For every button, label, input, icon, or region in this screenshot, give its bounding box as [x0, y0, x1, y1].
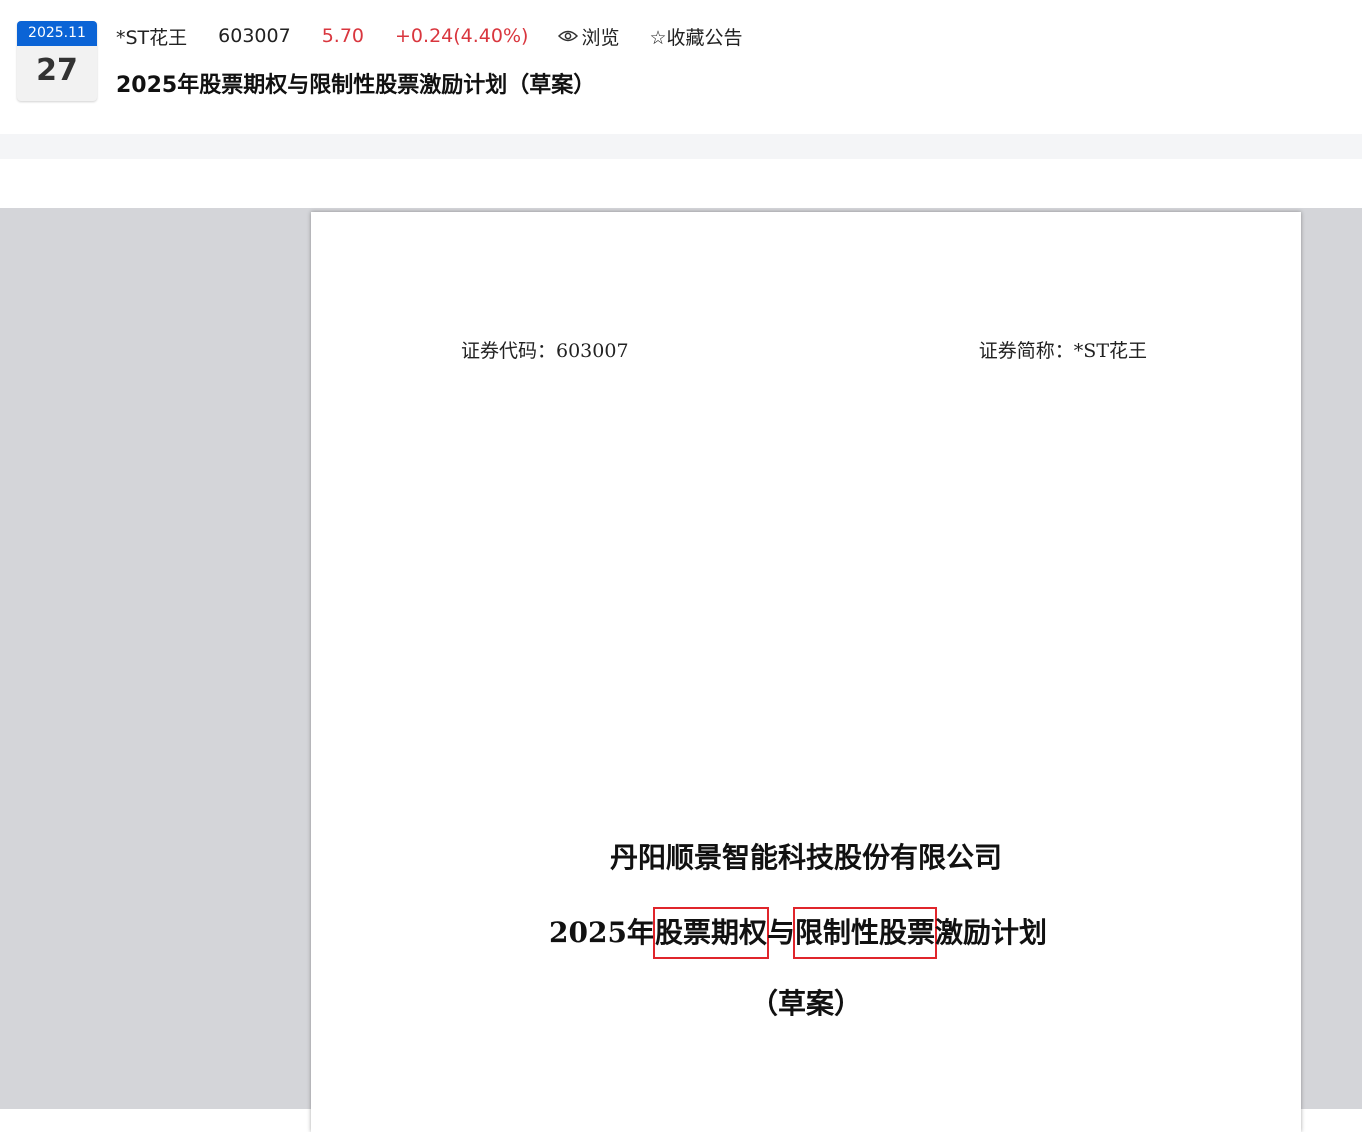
company-name: 丹阳顺景智能科技股份有限公司 — [609, 841, 1002, 874]
plan-title-prefix: 2025年 — [549, 916, 655, 949]
date-year-month: 2025.11 — [17, 21, 97, 46]
plan-title: 2025年股票期权与限制性股票激励计划 — [549, 907, 1047, 959]
date-badge: 2025.11 27 — [17, 21, 97, 101]
pdf-page: 证券代码：603007 证券简称：*ST花王 丹阳顺景智能科技股份有限公司 20… — [311, 212, 1301, 1132]
view-button[interactable]: 浏览 — [558, 23, 619, 50]
favorite-button[interactable]: ☆收藏公告 — [649, 23, 742, 50]
stock-price: 5.70 — [321, 25, 365, 47]
stock-name[interactable]: *ST花王 — [116, 23, 187, 50]
plan-title-suffix: 激励计划 — [934, 916, 1047, 949]
stock-code[interactable]: 603007 — [218, 25, 291, 47]
announcement-title[interactable]: 2025年股票期权与限制性股票激励计划（草案） — [116, 67, 595, 99]
highlight-restricted-stock: 限制性股票 — [792, 907, 937, 959]
favorite-label: ☆收藏公告 — [649, 26, 743, 49]
divider-band — [0, 134, 1362, 159]
security-abbreviation: 证券简称：*ST花王 — [978, 340, 1147, 362]
highlight-stock-options: 股票期权 — [652, 907, 769, 959]
draft-label: （草案） — [749, 987, 862, 1020]
plan-title-middle: 与 — [766, 916, 795, 949]
stock-change: +0.24(4.40%) — [395, 25, 529, 47]
view-label: 浏览 — [581, 26, 620, 49]
stock-info-row: *ST花王 603007 5.70 +0.24(4.40%) 浏览 ☆收藏公告 — [116, 22, 743, 50]
security-code: 证券代码：603007 — [461, 340, 629, 362]
date-day: 27 — [36, 53, 78, 88]
pdf-viewer[interactable]: 证券代码：603007 证券简称：*ST花王 丹阳顺景智能科技股份有限公司 20… — [0, 208, 1362, 1132]
eye-icon — [558, 30, 579, 42]
